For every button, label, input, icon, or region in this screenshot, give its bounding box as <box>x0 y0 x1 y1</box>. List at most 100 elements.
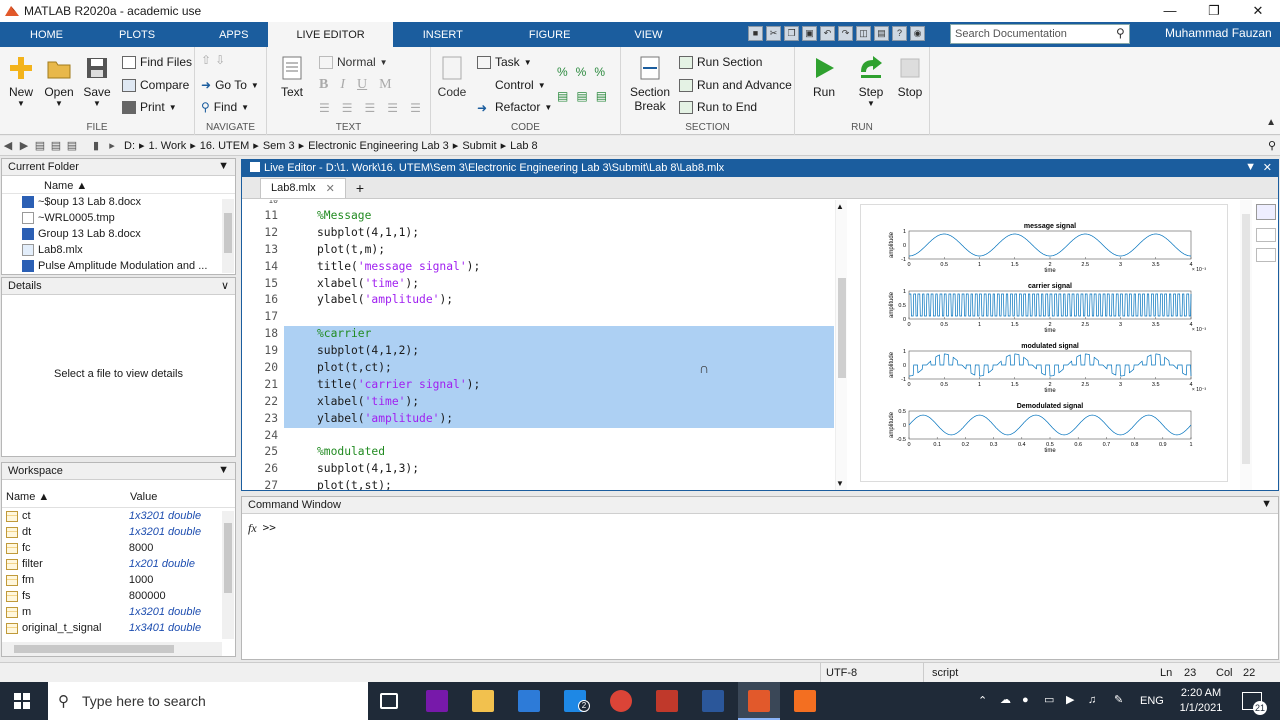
meet-now-icon[interactable]: ▶ <box>1066 693 1074 708</box>
code-line[interactable]: 21 title('carrier signal'); <box>264 376 834 394</box>
file-item[interactable]: ~$oup 13 Lab 8.docx <box>2 194 220 210</box>
details-collapse-icon[interactable]: ∨ <box>221 279 229 292</box>
find-files-button[interactable]: Find Files <box>122 55 192 69</box>
workspace-variable-row[interactable]: dt 1x3201 double <box>2 524 222 540</box>
network-icon[interactable]: ▭ <box>1044 693 1054 708</box>
run-button[interactable]: Run <box>811 55 837 99</box>
indent-icon[interactable]: ▤ <box>576 89 587 103</box>
smart-indent-icon[interactable]: ▤ <box>557 89 568 103</box>
search-documentation-input[interactable]: Search Documentation <box>950 24 1130 44</box>
fx-function-icon[interactable]: fx <box>248 521 257 536</box>
forward-arrow-icon[interactable]: ▶ <box>16 139 32 152</box>
minimize-button[interactable]: — <box>1148 0 1192 22</box>
workspace-name-column[interactable]: Name ▲ <box>2 491 124 503</box>
align-center-icon[interactable]: ☰ <box>387 101 398 115</box>
breadcrumb-utem[interactable]: 16. UTEM <box>200 140 250 152</box>
hide-code-icon[interactable] <box>1256 248 1276 262</box>
language-indicator[interactable]: ENG <box>1140 694 1164 709</box>
paste-icon[interactable]: ▣ <box>802 26 817 41</box>
align-left-icon[interactable]: ☰ <box>365 101 376 115</box>
code-line[interactable]: 18 %carrier <box>264 326 834 344</box>
control-button[interactable]: Control ▼ <box>477 78 546 92</box>
stop-button[interactable]: Stop <box>897 55 923 99</box>
code-line[interactable]: 22 xlabel('time'); <box>264 393 834 411</box>
windows-start-icon[interactable] <box>14 693 30 712</box>
command-window-menu-icon[interactable]: ▼ <box>1261 498 1272 510</box>
new-tab-plus-icon[interactable]: + <box>346 178 374 198</box>
pen-icon[interactable]: ✎ <box>1114 693 1123 708</box>
save-quick-icon[interactable]: ■ <box>748 26 763 41</box>
history-icon[interactable]: ▤ <box>64 139 80 152</box>
workspace-variable-row[interactable]: m 1x3201 double <box>2 604 222 620</box>
outdent-icon[interactable]: ▤ <box>596 89 607 103</box>
maximize-button[interactable]: ❐ <box>1192 0 1236 22</box>
breadcrumb-work[interactable]: 1. Work <box>149 140 187 152</box>
code-line[interactable]: 15 xlabel('time'); <box>242 276 834 293</box>
bullet-list-icon[interactable]: ☰ <box>319 101 330 115</box>
tab-figure[interactable]: FIGURE <box>493 22 611 47</box>
code-line[interactable]: 26 subplot(4,1,3); <box>242 461 834 478</box>
notification-icon[interactable]: 21 <box>1242 692 1267 715</box>
file-item[interactable]: Group 13 Lab 8.docx <box>2 226 220 242</box>
redo-icon[interactable]: ↷ <box>838 26 853 41</box>
undo-icon[interactable]: ↶ <box>820 26 835 41</box>
code-line[interactable]: 20 plot(t,ct); <box>264 360 834 377</box>
file-item[interactable]: ~WRL0005.tmp <box>2 210 220 226</box>
code-line[interactable]: 27 plot(t,st); <box>242 478 834 490</box>
microphone-icon[interactable]: ● <box>1022 693 1029 708</box>
breadcrumb-submit[interactable]: Submit <box>462 140 496 152</box>
folder-name-column[interactable]: Name ▲ <box>2 178 235 194</box>
cut-icon[interactable]: ✂ <box>766 26 781 41</box>
code-line[interactable]: 19 subplot(4,1,2); <box>264 343 834 361</box>
section-break-button[interactable]: Section Break <box>629 55 671 113</box>
folder-scrollbar[interactable] <box>222 199 234 273</box>
code-line[interactable]: 10 <box>242 200 834 208</box>
code-line[interactable]: 23 ylabel('amplitude'); <box>264 410 834 428</box>
code-scroll-thumb[interactable] <box>838 278 846 378</box>
step-button[interactable]: Step ▼ <box>857 55 885 108</box>
up-folder-icon[interactable]: ▤ <box>32 139 48 152</box>
panel-menu-icon[interactable]: ▼ <box>218 160 229 172</box>
file-explorer-icon[interactable] <box>472 690 494 712</box>
new-button[interactable]: New ▼ <box>6 55 36 108</box>
workspace-variable-row[interactable]: original_t_signal 1x3401 double <box>2 620 222 636</box>
mail-icon[interactable]: 2 <box>564 690 590 712</box>
tray-chevron-icon[interactable]: ⌃ <box>978 694 987 709</box>
workspace-variable-row[interactable]: fm 1000 <box>2 572 222 588</box>
task-button[interactable]: Task ▼ <box>477 55 532 69</box>
close-window-button[interactable]: ✕ <box>1236 0 1280 22</box>
breadcrumb-drive[interactable]: D: <box>124 140 135 152</box>
bold-button[interactable]: B <box>319 77 328 93</box>
align-right-icon[interactable]: ☰ <box>410 101 421 115</box>
path-search-icon[interactable]: ⚲ <box>1268 139 1276 152</box>
code-line[interactable]: 25 %modulated <box>242 444 834 461</box>
workspace-hscrollbar[interactable] <box>2 642 222 656</box>
office-icon[interactable] <box>794 690 816 712</box>
editor-close-icon[interactable]: ✕ <box>1263 161 1272 174</box>
output-right-icon[interactable] <box>1256 228 1276 242</box>
switch-windows-icon[interactable]: ◫ <box>856 26 871 41</box>
output-scrollbar[interactable] <box>1240 200 1252 490</box>
workspace-menu-icon[interactable]: ▼ <box>218 464 229 476</box>
print-button[interactable]: Print ▼ <box>122 100 177 114</box>
code-line[interactable]: 14 title('message signal'); <box>242 259 834 276</box>
underline-button[interactable]: U <box>357 77 367 93</box>
workspace-variable-row[interactable]: filter 1x201 double <box>2 556 222 572</box>
tab-close-icon[interactable]: ✕ <box>326 182 335 195</box>
tab-view[interactable]: VIEW <box>610 22 682 47</box>
file-item[interactable]: Lab8.mlx <box>2 242 220 258</box>
code-line[interactable]: 24 <box>242 428 834 445</box>
breadcrumb-sem3[interactable]: Sem 3 <box>263 140 295 152</box>
figure-output[interactable]: message signal 0 0.5 1 1.5 2 2.5 3 3.5 4 1 0 -1 time a… <box>860 204 1228 482</box>
clock[interactable]: 2:20 AM 1/1/2021 <box>1176 686 1226 716</box>
help-icon[interactable]: ? <box>892 26 907 41</box>
editor-tab-lab8[interactable]: Lab8.mlx ✕ <box>260 178 346 198</box>
file-item[interactable]: Pulse Amplitude Modulation and ... <box>2 258 220 274</box>
matlab-taskbar-button[interactable] <box>738 682 780 720</box>
wrap-comment-icon[interactable]: % <box>594 65 605 79</box>
tab-apps[interactable]: APPS <box>175 22 268 47</box>
breadcrumb-lab3[interactable]: Electronic Engineering Lab 3 <box>308 140 449 152</box>
code-button[interactable]: Code <box>437 55 467 99</box>
word-icon[interactable] <box>702 690 724 712</box>
tab-plots[interactable]: PLOTS <box>79 22 175 47</box>
